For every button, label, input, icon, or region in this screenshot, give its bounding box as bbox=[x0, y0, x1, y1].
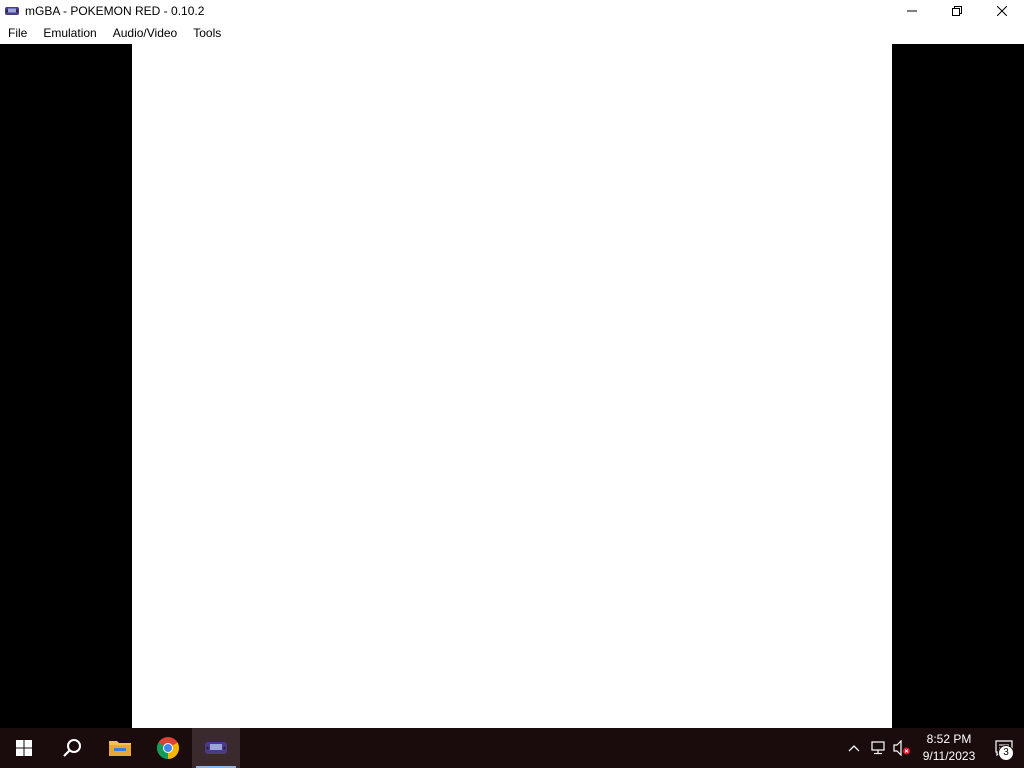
window-controls bbox=[889, 0, 1024, 22]
volume-muted-icon bbox=[893, 740, 910, 756]
chrome-icon bbox=[157, 737, 179, 759]
chrome-button[interactable] bbox=[144, 728, 192, 768]
file-explorer-icon bbox=[109, 741, 131, 756]
restore-icon bbox=[951, 6, 962, 16]
menu-audio-video[interactable]: Audio/Video bbox=[105, 22, 186, 44]
file-explorer-button[interactable] bbox=[96, 728, 144, 768]
game-screen[interactable] bbox=[132, 44, 892, 728]
search-icon bbox=[63, 739, 81, 757]
volume-button[interactable] bbox=[890, 728, 914, 768]
window-title: mGBA - POKEMON RED - 0.10.2 bbox=[25, 4, 205, 18]
show-hidden-icons-button[interactable] bbox=[842, 728, 866, 768]
mgba-taskbar-icon bbox=[205, 742, 227, 754]
minimize-button[interactable] bbox=[889, 0, 934, 22]
minimize-icon bbox=[906, 10, 917, 12]
start-button[interactable] bbox=[0, 728, 48, 768]
start-icon bbox=[16, 740, 32, 756]
menu-tools[interactable]: Tools bbox=[185, 22, 229, 44]
game-area bbox=[0, 44, 1024, 728]
clock[interactable]: 8:52 PM 9/11/2023 bbox=[914, 731, 984, 765]
restore-button[interactable] bbox=[934, 0, 979, 22]
menu-file[interactable]: File bbox=[0, 22, 35, 44]
clock-time: 8:52 PM bbox=[926, 732, 972, 746]
action-center-button[interactable]: 3 bbox=[984, 728, 1024, 768]
network-button[interactable] bbox=[866, 728, 890, 768]
mgba-gameboy-icon bbox=[5, 7, 19, 15]
notification-count-badge: 3 bbox=[998, 745, 1014, 761]
search-button[interactable] bbox=[48, 728, 96, 768]
menu-emulation[interactable]: Emulation bbox=[35, 22, 104, 44]
taskbar: 8:52 PM 9/11/2023 3 bbox=[0, 728, 1024, 768]
chevron-up-icon bbox=[848, 745, 860, 752]
close-button[interactable] bbox=[979, 0, 1024, 22]
network-icon bbox=[871, 741, 885, 755]
close-icon bbox=[996, 6, 1007, 16]
menu-bar: File Emulation Audio/Video Tools bbox=[0, 22, 1024, 45]
mgba-taskbar-button[interactable] bbox=[192, 728, 240, 768]
clock-date: 9/11/2023 bbox=[922, 749, 976, 763]
title-bar: mGBA - POKEMON RED - 0.10.2 bbox=[0, 0, 1024, 22]
system-tray: 8:52 PM 9/11/2023 3 bbox=[842, 728, 1024, 768]
